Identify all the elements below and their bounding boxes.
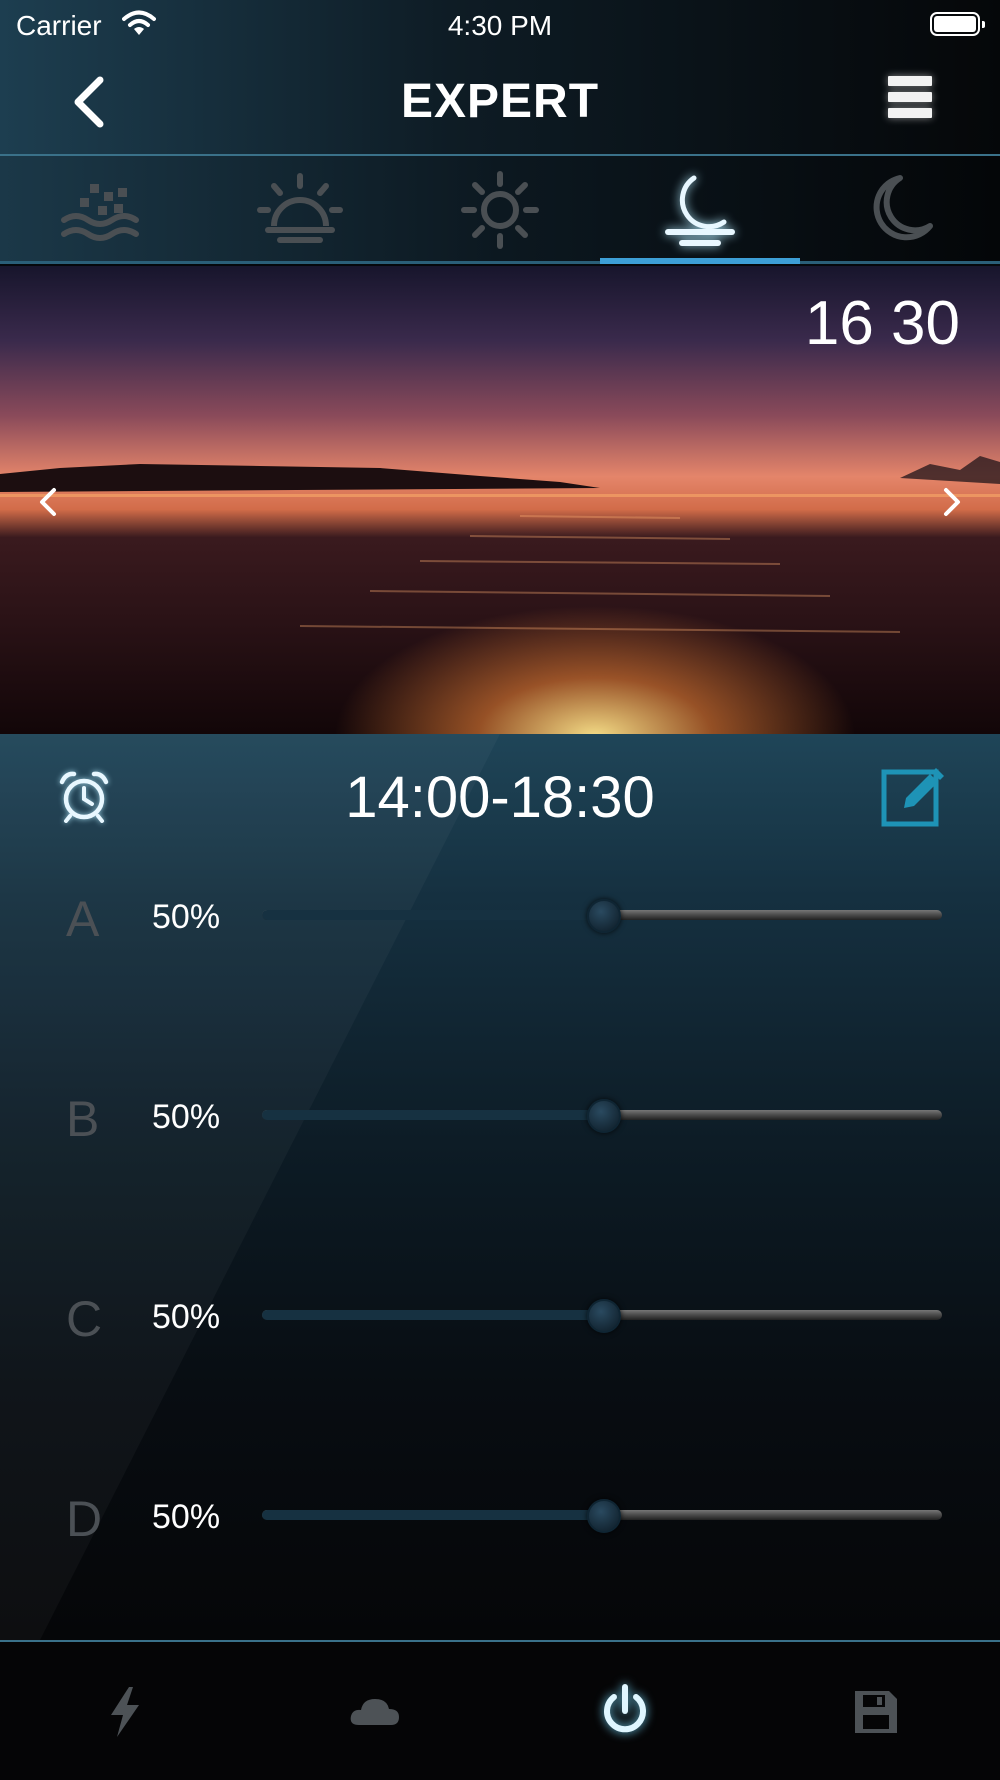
mode-tab-water[interactable] [0,156,200,264]
tab-quick[interactable] [0,1642,250,1780]
scene-image: 16 30 [0,266,1000,734]
channel-slider[interactable] [262,1499,942,1533]
channel-percent: 50% [152,1298,221,1336]
menu-line [888,92,932,102]
mode-tab-night[interactable] [800,156,1000,264]
channel-percent: 50% [152,898,221,936]
channel-slider[interactable] [262,1099,942,1133]
slider-fill [262,910,602,920]
moon-icon [873,175,933,241]
slider-fill [262,1510,602,1520]
next-scene-button[interactable] [932,482,972,522]
slider-thumb[interactable] [587,1099,621,1133]
channel-slider[interactable] [262,1299,942,1333]
sun-icon [461,171,539,249]
mode-divider [0,261,1000,264]
status-time: 4:30 PM [447,10,553,41]
slider-thumb[interactable] [587,1299,621,1333]
time-range-label: 14:00-18:30 [345,765,655,830]
slider-thumb[interactable] [587,1499,621,1533]
page-title: EXPERT [400,75,600,128]
slider-fill [262,1310,602,1320]
battery-icon [930,12,985,36]
schedule-panel: 14:00-18:30 A 50% B 50% C 50% D 50% [0,734,1000,1640]
channel-row-a: A 50% [0,886,1000,947]
tab-save[interactable] [750,1642,1000,1780]
power-icon [604,1684,646,1733]
channel-percent: 50% [152,1498,221,1536]
menu-line [888,76,932,86]
channel-row-b: B 50% [0,1086,1000,1147]
menu-button[interactable] [888,76,932,128]
channel-percent: 50% [152,1098,221,1136]
menu-line [888,108,932,118]
channel-letter: B [66,1091,100,1147]
channel-letter: A [66,891,100,947]
current-time-label: 16 30 [804,289,960,358]
mode-tab-dusk[interactable] [600,156,800,264]
slider-thumb[interactable] [587,899,621,933]
channel-slider[interactable] [262,899,942,933]
edit-button[interactable] [880,762,946,828]
previous-scene-button[interactable] [28,482,68,522]
channel-letter: C [66,1291,103,1347]
mode-tab-sunrise[interactable] [200,156,400,264]
status-bar: Carrier 4:30 PM [0,0,1000,50]
cloud-icon [350,1699,399,1725]
active-mode-indicator [600,258,800,264]
sunrise-icon [257,173,343,243]
slider-fill [262,1110,602,1120]
tab-power[interactable] [500,1642,750,1780]
channel-letter: D [66,1491,103,1547]
channel-row-d: D 50% [0,1486,1000,1547]
lightning-icon [111,1687,139,1737]
bottom-tab-bar [0,1640,1000,1780]
channel-row-c: C 50% [0,1286,1000,1347]
moon-set-icon [665,175,735,246]
water-waves-icon [61,184,139,241]
save-icon [855,1691,897,1733]
mode-selector [0,156,1000,264]
mode-tab-day[interactable] [400,156,600,264]
tab-weather[interactable] [250,1642,500,1780]
navigation-bar: EXPERT [0,50,1000,156]
